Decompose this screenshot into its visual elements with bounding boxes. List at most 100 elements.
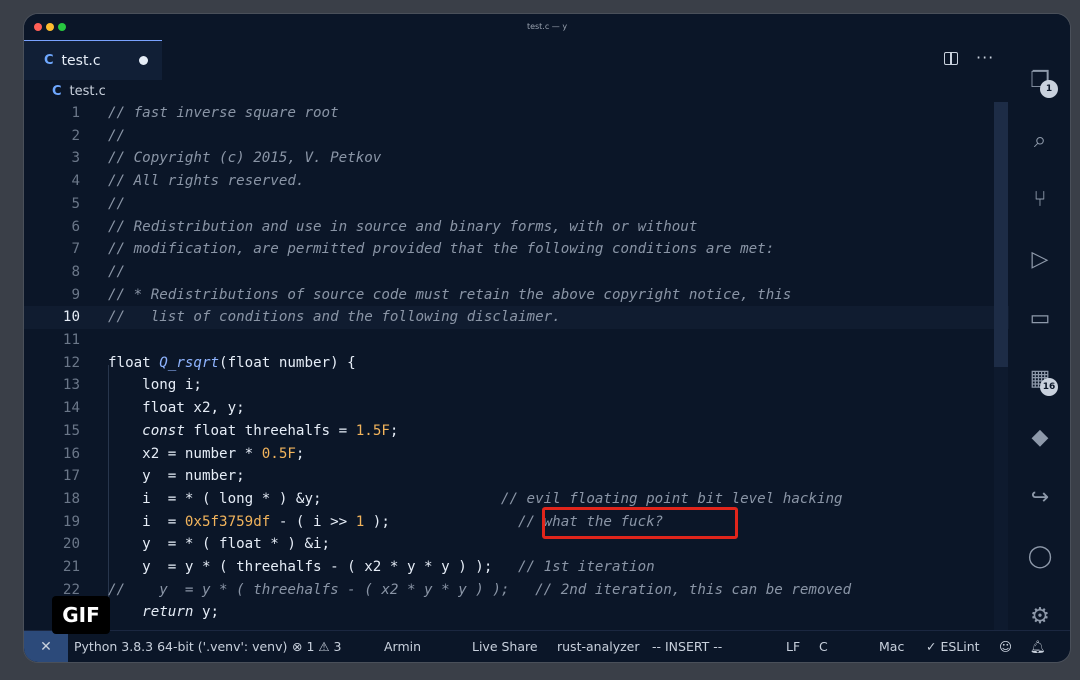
code-line[interactable]: 11 xyxy=(24,329,1009,352)
code-token: // * Redistributions of source code must… xyxy=(108,286,792,303)
code-token: ; xyxy=(295,445,305,462)
code-line[interactable]: 20 y = * ( float * ) &i; xyxy=(24,533,1009,556)
code-token: 1.5F xyxy=(355,422,390,439)
code-token: 0.5F xyxy=(261,445,296,462)
annotation-highlight-box xyxy=(542,507,738,539)
code-line[interactable]: 6 // Redistribution and use in source and… xyxy=(24,216,1009,239)
tab-label: test.c xyxy=(61,52,101,69)
code-line[interactable]: 9 // * Redistributions of source code mus… xyxy=(24,284,1009,307)
code-token: - ( i >> xyxy=(270,513,356,530)
line-code: y = * ( float * ) &i; xyxy=(108,533,330,556)
title-bar: test.c — y xyxy=(24,14,1070,40)
code-line[interactable]: 3 // Copyright (c) 2015, V. Petkov xyxy=(24,147,1009,170)
code-line[interactable]: 16 x2 = number * 0.5F; xyxy=(24,443,1009,466)
code-token: // y = y * ( threehalfs - ( x2 * y * y )… xyxy=(108,581,852,598)
eol-indicator[interactable]: LF xyxy=(786,639,800,654)
code-line[interactable]: 14 float x2, y; xyxy=(24,397,1009,420)
scrollbar-thumb[interactable] xyxy=(994,102,1008,367)
python-interpreter[interactable]: Python 3.8.3 64-bit ('.venv': venv) xyxy=(74,639,287,654)
code-token: 1 xyxy=(355,513,365,530)
breadcrumb-c-file-icon: C xyxy=(52,83,62,99)
live-share-icon[interactable]: ↪ xyxy=(1025,483,1055,513)
problems-indicator[interactable]: ⊗ 1 ⚠ 3 xyxy=(292,639,342,654)
feedback-icon[interactable]: ☺ xyxy=(999,639,1012,654)
code-line[interactable]: return y; xyxy=(24,601,1009,624)
line-code: // xyxy=(108,261,125,284)
source-control-icon[interactable]: ⑂ xyxy=(1025,185,1055,215)
settings-gear-icon[interactable]: ⚙ xyxy=(1025,602,1055,632)
line-number: 1 xyxy=(71,105,80,121)
code-line[interactable]: 13 long i; xyxy=(24,374,1009,397)
code-line[interactable]: 12 float Q_rsqrt(float number) { xyxy=(24,352,1009,375)
line-code: y = number; xyxy=(108,465,245,488)
remote-indicator[interactable]: ✕ xyxy=(24,631,68,662)
line-number: 20 xyxy=(62,536,80,553)
code-line[interactable]: 4 // All rights reserved. xyxy=(24,170,1009,193)
code-line[interactable]: 21 y = y * ( threehalfs - ( x2 * y * y )… xyxy=(24,556,1009,579)
code-token: i = * ( long * ) &y; xyxy=(108,490,501,507)
live-share-button[interactable]: Live Share xyxy=(472,639,538,654)
eslint-status[interactable]: ✓ ESLint xyxy=(926,639,980,654)
line-number: 15 xyxy=(62,422,80,439)
line-number: 5 xyxy=(71,195,80,212)
tab-bar: C test.c xyxy=(24,40,1009,80)
code-line[interactable]: 10 // list of conditions and the followin… xyxy=(24,306,1009,329)
line-code: // xyxy=(108,193,125,216)
line-code: const float threehalfs = 1.5F; xyxy=(108,420,398,443)
remote-explorer-icon[interactable]: ▭ xyxy=(1025,304,1055,334)
editor-scrollbar[interactable] xyxy=(994,102,1008,630)
rust-analyzer-status[interactable]: rust-analyzer xyxy=(557,639,640,654)
code-line[interactable]: 18 i = * ( long * ) &y; // evil floating… xyxy=(24,488,1009,511)
breadcrumb-file[interactable]: test.c xyxy=(70,84,106,99)
tab-test-c[interactable]: C test.c xyxy=(24,40,162,80)
code-token: 0x5f3759df xyxy=(184,513,271,530)
code-token: // 1st iteration xyxy=(518,559,655,575)
run-debug-icon[interactable]: ▷ xyxy=(1025,245,1055,275)
code-line[interactable]: 15 const float threehalfs = 1.5F; xyxy=(24,420,1009,443)
code-line[interactable]: 22// y = y * ( threehalfs - ( x2 * y * y… xyxy=(24,579,1009,602)
line-number: 14 xyxy=(62,400,80,417)
code-editor[interactable]: 1 // fast inverse square root 2 // 3 // Copyr… xyxy=(24,102,1009,630)
breadcrumb[interactable]: C test.c xyxy=(24,80,1009,102)
line-number: 13 xyxy=(62,377,80,394)
split-editor-icon[interactable] xyxy=(944,52,958,65)
line-code: y = y * ( threehalfs - ( x2 * y * y ) );… xyxy=(108,556,655,579)
line-code: return y; xyxy=(108,601,219,624)
code-line[interactable]: 1 // fast inverse square root xyxy=(24,102,1009,125)
code-token: float x2, y; xyxy=(108,400,245,417)
user-indicator[interactable]: Armin xyxy=(384,639,421,654)
docker-icon[interactable]: ◆ xyxy=(1025,423,1055,453)
language-mode[interactable]: C xyxy=(819,639,828,654)
line-number: 16 xyxy=(62,445,80,462)
code-line[interactable]: 17 y = number; xyxy=(24,465,1009,488)
code-token: long i; xyxy=(108,377,202,394)
more-actions-icon[interactable]: ··· xyxy=(976,48,994,67)
line-number: 6 xyxy=(71,218,80,235)
code-token: // list of conditions and the following … xyxy=(108,309,561,326)
code-token: // All rights reserved. xyxy=(108,173,305,190)
search-icon[interactable]: ⌕ xyxy=(1025,126,1055,156)
account-icon[interactable]: ◯ xyxy=(1025,542,1055,572)
c-file-icon: C xyxy=(44,53,54,68)
line-code: // Copyright (c) 2015, V. Petkov xyxy=(108,147,381,170)
code-token: y; xyxy=(193,604,220,621)
line-number: 2 xyxy=(71,127,80,144)
code-token: x2 = number * xyxy=(108,445,262,462)
code-line[interactable]: 5 // xyxy=(24,193,1009,216)
line-number: 3 xyxy=(71,150,80,167)
activity-bar: ❐ 1 ⌕ ⑂ ▷ ▭ ▦ 16 ◆ ↪ ◯ ⚙ xyxy=(1009,40,1070,630)
code-line[interactable]: 8 // xyxy=(24,261,1009,284)
code-line[interactable]: 2 // xyxy=(24,125,1009,148)
code-line[interactable]: 19 i = 0x5f3759df - ( i >> 1 ); // what … xyxy=(24,511,1009,534)
line-number: 17 xyxy=(62,468,80,485)
line-number: 12 xyxy=(62,354,80,371)
unsaved-dot-icon[interactable] xyxy=(139,56,148,65)
vscode-window: test.c — y C test.c ··· C test.c 1 // fas… xyxy=(24,14,1070,662)
code-token: y = * ( float * ) &i; xyxy=(108,536,331,553)
code-line[interactable]: 7 // modification, are permitted provided… xyxy=(24,238,1009,261)
os-indicator[interactable]: Mac xyxy=(879,639,904,654)
line-code: // * Redistributions of source code must… xyxy=(108,284,791,307)
line-number: 11 xyxy=(62,332,80,348)
notifications-bell-icon[interactable]: 🔔︎ xyxy=(1030,639,1046,655)
line-number: 18 xyxy=(62,490,80,507)
